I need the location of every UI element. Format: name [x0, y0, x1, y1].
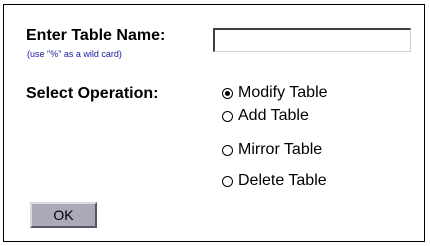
radio-option-add-table[interactable]: Add Table: [222, 107, 309, 125]
radio-option-modify-table[interactable]: Modify Table: [222, 84, 328, 102]
ok-button[interactable]: OK: [30, 202, 97, 228]
radio-label: Mirror Table: [238, 141, 323, 158]
radio-button-icon[interactable]: [222, 175, 233, 187]
radio-label: Delete Table: [238, 172, 327, 189]
radio-selected-dot: [225, 90, 230, 96]
wildcard-hint: (use "%" as a wild card): [27, 49, 122, 59]
radio-button-icon[interactable]: [222, 87, 233, 99]
radio-option-mirror-table[interactable]: Mirror Table: [222, 141, 322, 159]
radio-option-delete-table[interactable]: Delete Table: [222, 172, 327, 190]
radio-label: Modify Table: [238, 84, 328, 101]
table-name-input[interactable]: [213, 28, 411, 52]
radio-button-icon[interactable]: [222, 144, 233, 156]
radio-label: Add Table: [238, 107, 309, 124]
radio-button-icon[interactable]: [222, 110, 233, 122]
table-name-label: Enter Table Name:: [26, 27, 166, 44]
operation-label: Select Operation:: [26, 85, 159, 102]
